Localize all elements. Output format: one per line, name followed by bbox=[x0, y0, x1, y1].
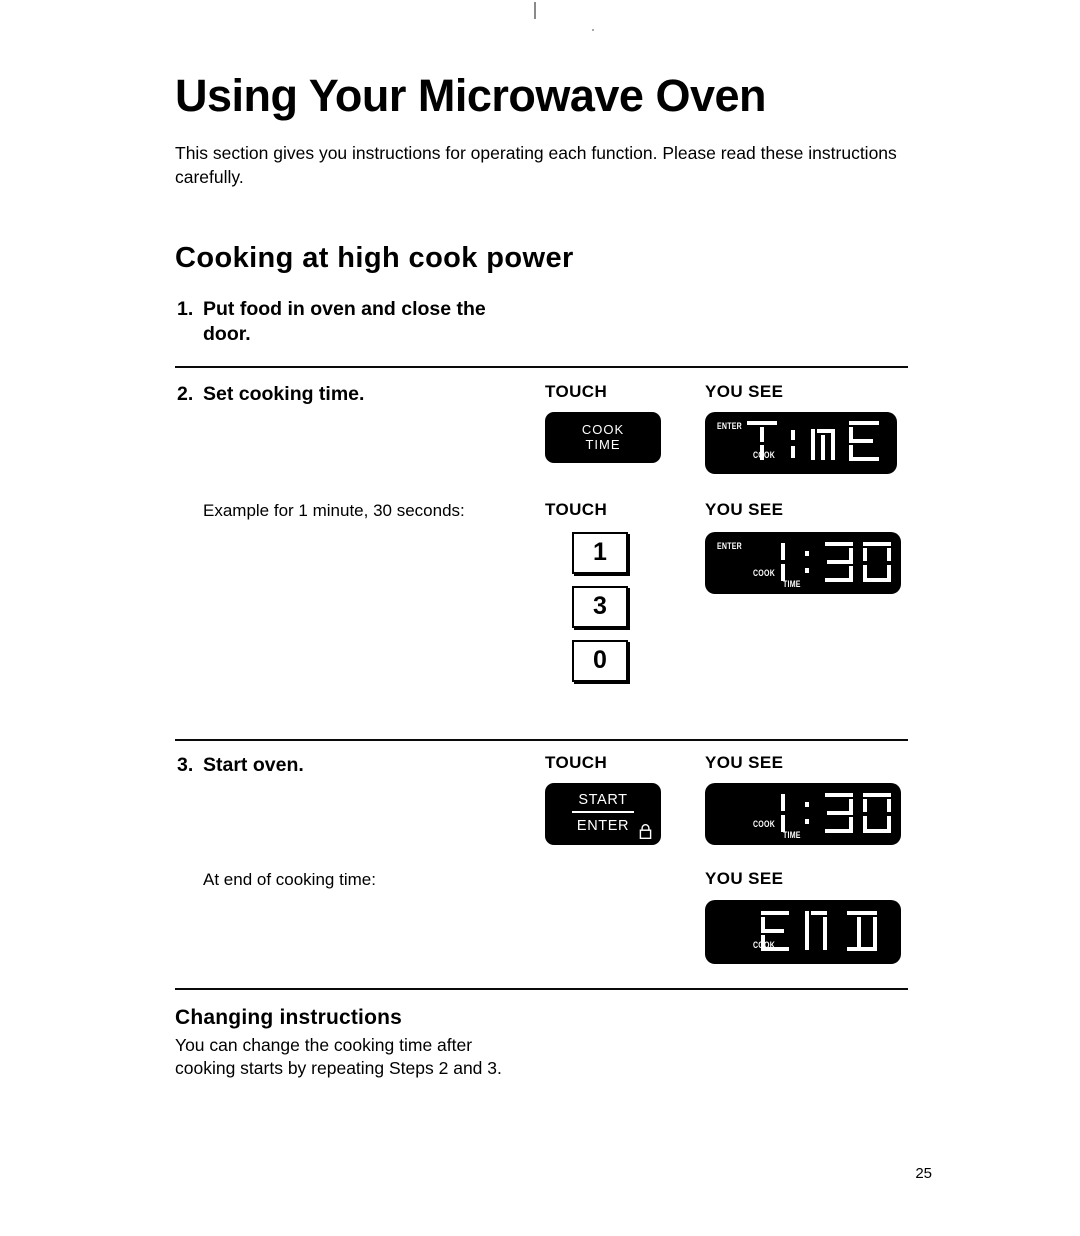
example-yousee-column: YOU SEE ENTER COOK TIME bbox=[705, 500, 910, 694]
end-of-cooking-caption: At end of cooking time: bbox=[203, 869, 376, 889]
step-2-label: Set cooking time. bbox=[203, 382, 365, 405]
end-of-cooking-yousee-column: YOU SEE COOK bbox=[705, 869, 910, 964]
cook-time-button-line2: TIME bbox=[585, 437, 621, 453]
step-2-touch-column: TOUCH COOK TIME bbox=[545, 382, 705, 474]
start-enter-button-line1: START bbox=[572, 792, 634, 813]
step-3: 3. Start oven. TOUCH START ENTER YOU SEE… bbox=[175, 741, 910, 845]
step-1-number: 1. bbox=[177, 297, 194, 320]
indicator-enter: ENTER bbox=[717, 420, 742, 431]
step-1-label: Put food in oven and close the door. bbox=[203, 297, 486, 346]
page-title: Using Your Microwave Oven bbox=[175, 70, 767, 121]
example-text: Example for 1 minute, 30 seconds: bbox=[175, 500, 545, 694]
display-value-example bbox=[767, 539, 895, 585]
end-of-cooking-text: At end of cooking time: bbox=[175, 869, 545, 964]
example-touch-column: TOUCH 1 3 0 bbox=[545, 500, 705, 694]
key-0[interactable]: 0 bbox=[572, 639, 628, 682]
step-3-heading: 3. Start oven. bbox=[175, 753, 545, 779]
step-2-text: 2. Set cooking time. bbox=[175, 382, 545, 474]
display-panel-example: ENTER COOK TIME bbox=[705, 531, 901, 594]
display-panel-cooking: COOK TIME bbox=[705, 782, 901, 845]
document-page: Using Your Microwave Oven This section g… bbox=[0, 0, 1080, 1236]
section-heading: Cooking at high cook power bbox=[175, 241, 574, 274]
intro-paragraph: This section gives you instructions for … bbox=[175, 143, 897, 187]
key-3[interactable]: 3 bbox=[572, 585, 628, 628]
key-1[interactable]: 1 bbox=[572, 531, 628, 574]
example-yousee-header: YOU SEE bbox=[705, 499, 784, 519]
step-2: 2. Set cooking time. TOUCH COOK TIME YOU … bbox=[175, 368, 910, 474]
numeric-keypad: 1 3 0 bbox=[545, 531, 705, 682]
end-of-cooking-yousee-header: YOU SEE bbox=[705, 868, 784, 888]
example-touch-header: TOUCH bbox=[545, 499, 608, 519]
step-3-label: Start oven. bbox=[203, 753, 304, 776]
display-panel-time: ENTER COOK bbox=[705, 411, 897, 474]
changing-instructions-heading: Changing instructions bbox=[175, 1005, 403, 1029]
cook-time-button[interactable]: COOK TIME bbox=[545, 411, 661, 463]
changing-instructions-body: You can change the cooking time after co… bbox=[175, 1034, 502, 1079]
step-3-touch-column: TOUCH START ENTER bbox=[545, 753, 705, 845]
display-panel-end: COOK bbox=[705, 899, 901, 964]
lock-icon bbox=[639, 824, 652, 839]
display-value-end bbox=[757, 908, 893, 954]
step-2-yousee-column: YOU SEE ENTER COOK bbox=[705, 382, 910, 474]
divider-before-changing-instructions bbox=[175, 987, 908, 990]
step-3-text: 3. Start oven. bbox=[175, 753, 545, 845]
end-of-cooking-row: At end of cooking time: YOU SEE COOK bbox=[175, 845, 910, 964]
display-value-time bbox=[743, 418, 888, 464]
page-content: Using Your Microwave Oven This section g… bbox=[175, 0, 910, 1081]
step-1-heading: 1. Put food in oven and close the door. bbox=[175, 297, 545, 348]
step-2-yousee-header: YOU SEE bbox=[705, 381, 784, 401]
display-value-cooking bbox=[767, 790, 895, 836]
step-2-heading: 2. Set cooking time. bbox=[175, 382, 545, 408]
indicator-enter: ENTER bbox=[717, 540, 742, 551]
cook-time-button-line1: COOK bbox=[581, 421, 625, 437]
start-enter-button[interactable]: START ENTER bbox=[545, 782, 661, 845]
page-number: 25 bbox=[915, 1165, 932, 1182]
step-1: 1. Put food in oven and close the door. bbox=[175, 275, 910, 348]
step-3-number: 3. bbox=[177, 753, 194, 776]
step-2-number: 2. bbox=[177, 382, 194, 405]
step-2-touch-header: TOUCH bbox=[545, 381, 608, 401]
example-row: Example for 1 minute, 30 seconds: TOUCH … bbox=[175, 474, 910, 694]
step-3-yousee-column: YOU SEE COOK TIME bbox=[705, 753, 910, 845]
end-of-cooking-touch-spacer bbox=[545, 869, 705, 964]
example-caption: Example for 1 minute, 30 seconds: bbox=[203, 500, 465, 520]
step-3-touch-header: TOUCH bbox=[545, 752, 608, 772]
step-3-yousee-header: YOU SEE bbox=[705, 752, 784, 772]
step-1-text: 1. Put food in oven and close the door. bbox=[175, 297, 545, 348]
